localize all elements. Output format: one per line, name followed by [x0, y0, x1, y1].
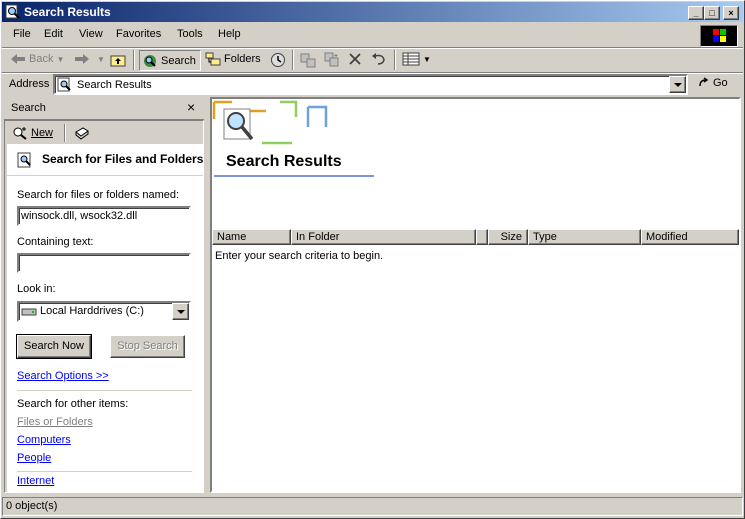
menu-separator	[2, 47, 743, 49]
menu-help[interactable]: Help	[218, 28, 241, 40]
menu-bar: File Edit View Favorites Tools Help	[2, 24, 743, 46]
menu-file[interactable]: File	[13, 28, 31, 40]
windows-logo	[700, 25, 738, 47]
column-header-size[interactable]: Size	[488, 229, 528, 245]
menu-favorites[interactable]: Favorites	[116, 28, 161, 40]
go-button[interactable]: Go	[698, 77, 728, 89]
search-label: Search	[161, 54, 196, 67]
column-header-modified[interactable]: Modified	[641, 229, 739, 245]
forward-dropdown-icon: ▼	[97, 54, 105, 64]
delete-button[interactable]	[348, 52, 362, 66]
toolbar-separator	[292, 50, 294, 70]
minimize-button[interactable]: _	[688, 6, 704, 20]
banner-underline	[214, 175, 374, 177]
windows-flag-icon	[713, 29, 726, 42]
go-arrow-icon	[699, 77, 709, 87]
search-window-icon	[5, 4, 20, 19]
folders-icon	[205, 52, 221, 66]
search-results-icon	[57, 77, 71, 92]
history-icon	[271, 53, 285, 67]
history-button[interactable]	[270, 52, 286, 68]
up-folder-icon	[110, 55, 126, 67]
window-title: Search Results	[24, 5, 111, 19]
address-field[interactable]: Search Results	[53, 74, 688, 95]
views-button[interactable]: ▼	[402, 52, 431, 66]
forward-arrow-icon	[75, 54, 89, 64]
views-dropdown-icon: ▼	[423, 54, 431, 64]
move-to-button[interactable]	[300, 52, 316, 68]
menu-tools[interactable]: Tools	[177, 28, 203, 40]
search-button[interactable]: Search	[139, 50, 201, 71]
back-label: Back	[29, 53, 54, 65]
results-banner-title: Search Results	[226, 153, 342, 170]
copy-to-icon	[324, 52, 339, 67]
toolbar-separator	[133, 50, 135, 70]
folders-label: Folders	[224, 53, 261, 65]
address-value: Search Results	[77, 79, 152, 91]
up-folder-button[interactable]	[110, 53, 126, 67]
folders-button[interactable]: Folders	[205, 52, 261, 66]
undo-button[interactable]	[371, 52, 387, 66]
menu-view[interactable]: View	[79, 28, 103, 40]
address-dropdown-button[interactable]	[669, 76, 686, 93]
address-label: Address	[9, 78, 50, 90]
empty-results-message: Enter your search criteria to begin.	[215, 250, 384, 262]
status-bar: 0 object(s)	[2, 495, 743, 517]
back-dropdown-icon: ▼	[56, 54, 65, 64]
toolbar-separator	[394, 50, 396, 70]
results-pane: Search Results Name In Folder Size Type …	[210, 97, 741, 493]
search-icon	[144, 54, 156, 67]
search-pane-header: Search ×	[4, 99, 204, 119]
go-label: Go	[713, 77, 728, 89]
dropdown-arrow-icon	[674, 83, 682, 87]
search-pane-title: Search	[11, 102, 46, 114]
search-banner-icon	[212, 100, 328, 145]
close-pane-icon[interactable]: ×	[187, 99, 195, 115]
maximize-button[interactable]: □	[704, 6, 720, 20]
close-button[interactable]: ×	[723, 6, 739, 20]
forward-button[interactable]: ▼	[74, 52, 105, 66]
back-arrow-icon	[11, 54, 25, 64]
column-header-spacer[interactable]	[476, 229, 488, 245]
menu-edit[interactable]: Edit	[44, 28, 63, 40]
back-button[interactable]: Back ▼	[10, 52, 64, 66]
search-pane-border	[4, 120, 204, 493]
column-header-type[interactable]: Type	[528, 229, 641, 245]
views-grid-icon	[402, 52, 420, 66]
column-header-name[interactable]: Name	[212, 229, 291, 245]
title-bar[interactable]: Search Results _ □ ×	[2, 2, 743, 22]
status-object-count: 0 object(s)	[2, 497, 743, 516]
delete-x-icon	[349, 53, 361, 65]
move-to-icon	[300, 53, 316, 68]
undo-icon	[372, 53, 385, 65]
column-header-in-folder[interactable]: In Folder	[291, 229, 476, 245]
copy-to-button[interactable]	[324, 52, 340, 68]
